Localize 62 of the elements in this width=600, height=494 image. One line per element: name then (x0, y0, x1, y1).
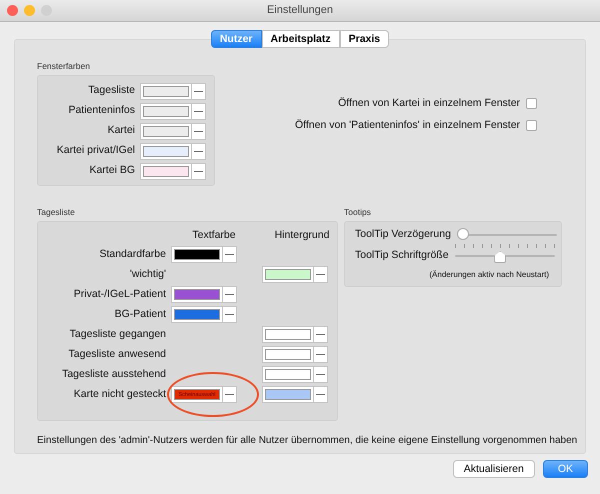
minus-button[interactable]: — (314, 386, 328, 404)
row-label: Tagesliste (87, 83, 135, 98)
group-title: Tagesliste (37, 206, 76, 218)
row-label: Tagesliste gegangen (68, 326, 166, 342)
color-well[interactable] (171, 246, 223, 264)
minus-button[interactable]: — (223, 306, 237, 324)
close-button[interactable] (7, 5, 18, 16)
slider-thumb[interactable] (494, 251, 506, 264)
checkbox[interactable] (526, 98, 538, 110)
option-label: Öffnen von 'Patienteninfos' in einzelnem Fenster (295, 118, 520, 133)
color-well[interactable] (140, 162, 192, 180)
minus-button[interactable]: — (314, 266, 328, 284)
minus-button[interactable]: — (314, 366, 328, 384)
color-well[interactable] (171, 306, 223, 324)
slider[interactable] (454, 249, 555, 264)
minus-button[interactable]: — (223, 386, 237, 404)
color-well[interactable] (262, 326, 314, 344)
group-title: Fensterfarben (37, 60, 91, 73)
color-well[interactable] (171, 286, 223, 304)
color-well[interactable] (140, 102, 192, 120)
minus-button[interactable]: — (192, 162, 206, 180)
minus-button[interactable]: — (192, 122, 206, 140)
tab[interactable]: Praxis (340, 30, 390, 48)
row-label: Kartei privat/IGel (56, 143, 135, 158)
row-label: Privat-/IGeL-Patient (72, 286, 166, 302)
row-label: BG-Patient (114, 306, 166, 322)
color-well[interactable] (262, 366, 314, 384)
minus-button[interactable]: — (223, 246, 237, 264)
column-header: Hintergrund (274, 228, 330, 242)
checkbox[interactable] (526, 120, 538, 132)
window-title: Einstellungen (266, 3, 334, 18)
row-label: Karte nicht gesteckt (72, 386, 166, 402)
row-label: Kartei BG (88, 163, 135, 178)
color-well[interactable] (262, 266, 314, 284)
option-label: Öffnen von Kartei in einzelnem Fenster (338, 96, 520, 111)
color-well[interactable] (140, 82, 192, 100)
minus-button[interactable]: — (314, 326, 328, 344)
minus-button[interactable]: — (223, 286, 237, 304)
color-well[interactable] (262, 386, 314, 404)
slider-label: ToolTip Schriftgröße (355, 248, 449, 262)
row-label: Patienteninfos (67, 103, 135, 118)
slider-thumb[interactable] (456, 228, 469, 240)
group-title: Tootips (344, 206, 372, 218)
restart-note: (Änderungen aktiv nach Neustart) (428, 269, 549, 282)
slider[interactable] (456, 228, 557, 242)
footer-note: Einstellungen des 'admin'-Nutzers werden für alle Nutzer übernommen, die keine eigene Einstellung vorgenommen haben (37, 434, 578, 448)
column-header: Textfarbe (191, 228, 237, 242)
row-label: Tagesliste anwesend (68, 346, 166, 362)
row-label: Kartei (106, 123, 135, 138)
color-well[interactable] (140, 122, 192, 140)
row-label: 'wichtig' (128, 266, 166, 282)
minus-button[interactable]: — (192, 82, 206, 100)
minus-button[interactable]: — (192, 102, 206, 120)
update-button[interactable]: Aktualisieren (452, 460, 535, 478)
row-label: Tagesliste ausstehend (61, 366, 166, 382)
color-well[interactable] (262, 346, 314, 364)
slider-label: ToolTip Verzögerung (355, 226, 451, 242)
color-well[interactable] (140, 142, 192, 160)
minus-button[interactable]: — (314, 346, 328, 364)
row-label: Standardfarbe (98, 246, 166, 262)
minus-button[interactable]: — (192, 142, 206, 160)
tab[interactable]: Arbeitsplatz (262, 30, 340, 48)
